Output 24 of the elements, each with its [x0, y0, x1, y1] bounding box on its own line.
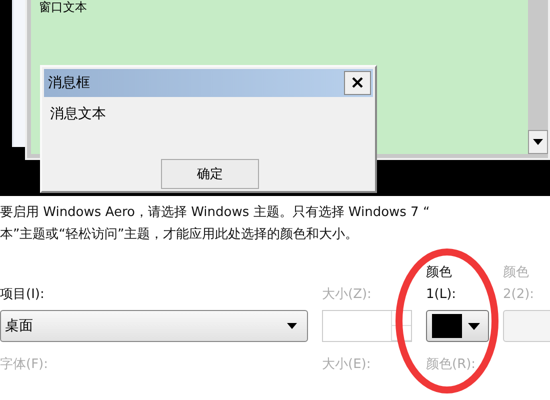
- scroll-down-button[interactable]: [528, 130, 548, 154]
- close-icon: [352, 77, 363, 88]
- caret-icon: [468, 322, 480, 330]
- description-text: 本”主题或“轻松访问”主题，才能应用此处选择的颜色和大小。: [0, 226, 360, 244]
- item-label: 项目(I):: [0, 286, 46, 304]
- color-label: 1(L):: [426, 286, 456, 304]
- font-size-label: 大小(E):: [322, 356, 372, 374]
- font-label: 字体(F):: [0, 356, 50, 374]
- down-arrow-icon: [533, 139, 543, 145]
- color-picker-button[interactable]: [426, 310, 489, 342]
- window-text: 窗口文本: [39, 1, 87, 13]
- size-label: 大小(Z):: [322, 286, 372, 304]
- color-label: 2(2):: [503, 286, 534, 304]
- color-label: 颜色: [426, 264, 452, 282]
- caret-icon: [287, 323, 297, 329]
- font-color-label: 颜色(R):: [426, 356, 477, 374]
- message-text: 消息文本: [50, 104, 106, 123]
- description-text: 要启用 Windows Aero，请选择 Windows 主题。只有选择 Windows 7 “: [0, 204, 431, 222]
- message-box-title: 消息框: [48, 74, 90, 92]
- item-dropdown[interactable]: 桌面: [0, 310, 308, 342]
- close-button[interactable]: [344, 70, 371, 95]
- item-value: 桌面: [5, 317, 33, 335]
- color-label: 颜色: [503, 264, 529, 282]
- ok-button[interactable]: 确定: [161, 158, 259, 189]
